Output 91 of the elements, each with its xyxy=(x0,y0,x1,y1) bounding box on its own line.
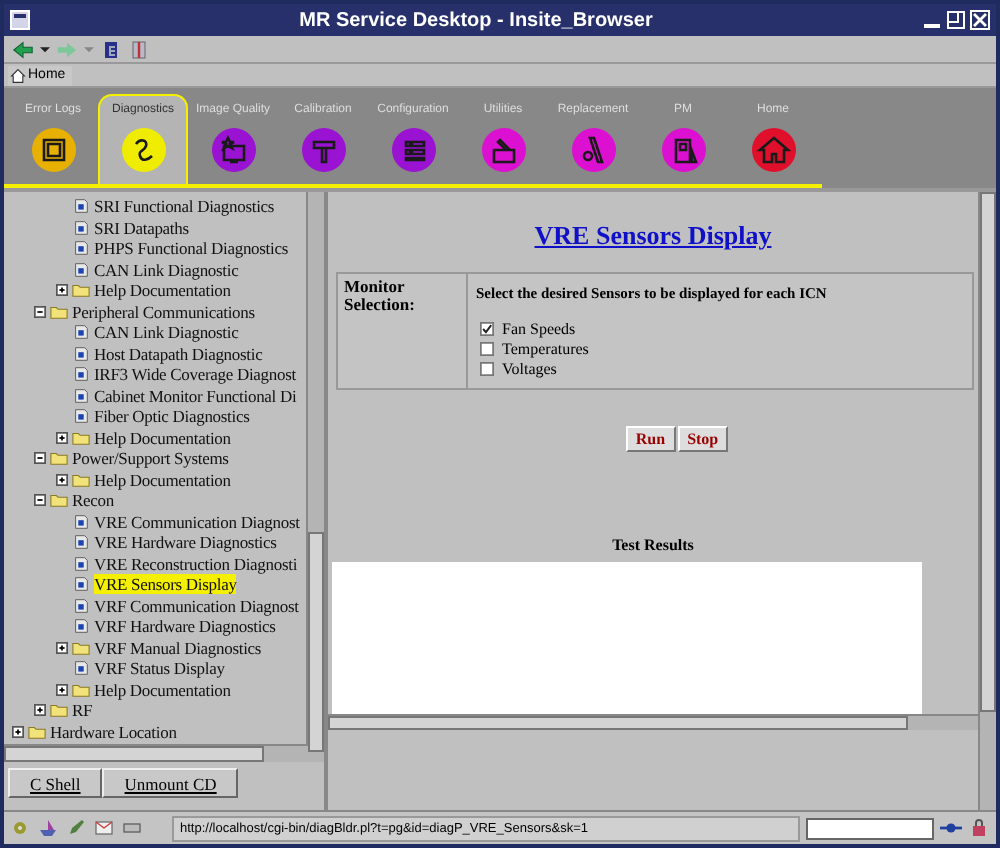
vertical-scrollbar[interactable] xyxy=(978,192,996,810)
tree-item[interactable]: RF xyxy=(72,700,93,721)
tree-item[interactable]: SRI Datapaths xyxy=(94,217,189,238)
tree-item[interactable]: VRF Hardware Diagnostics xyxy=(94,616,276,637)
shell-button[interactable]: C Shell xyxy=(8,768,103,798)
page-icon xyxy=(72,219,90,236)
page-title-link[interactable]: VRE Sensors Display xyxy=(534,220,772,252)
tree-item[interactable]: Help Documentation xyxy=(94,679,231,700)
clipboard-icon xyxy=(659,126,707,174)
tree-item[interactable]: PHPS Functional Diagnostics xyxy=(94,238,289,259)
page-icon xyxy=(72,513,90,530)
tree-item[interactable]: IRF3 Wide Coverage Diagnost xyxy=(94,364,296,385)
action-button[interactable]: Run xyxy=(625,426,676,452)
box-icon xyxy=(479,126,527,174)
expander-icon[interactable] xyxy=(34,494,46,507)
page-icon xyxy=(72,408,90,425)
expander-icon[interactable] xyxy=(56,473,68,486)
horizontal-scrollbar[interactable] xyxy=(4,744,324,762)
page-icon xyxy=(72,576,90,593)
tree-item[interactable]: VRF Communication Diagnost xyxy=(94,595,299,616)
tree-item[interactable]: CAN Link Diagnostic xyxy=(94,322,239,343)
page-icon xyxy=(72,534,90,551)
page-icon xyxy=(72,555,90,572)
caret-icon[interactable] xyxy=(40,44,50,54)
page-icon xyxy=(72,324,90,341)
tree-item[interactable]: VRE Communication Diagnost xyxy=(94,511,300,532)
window-menu-icon[interactable] xyxy=(10,10,30,30)
expander-icon[interactable] xyxy=(34,704,46,717)
hammer-icon xyxy=(299,126,347,174)
envelope-icon[interactable] xyxy=(94,818,114,838)
page-icon xyxy=(72,387,90,404)
expander-icon[interactable] xyxy=(56,641,68,654)
pen-icon[interactable] xyxy=(66,818,86,838)
sensor-label: Voltages xyxy=(502,360,557,378)
sensor-label: Fan Speeds xyxy=(502,320,576,338)
book-icon[interactable] xyxy=(128,39,150,59)
boat-icon[interactable] xyxy=(38,818,58,838)
tree-item[interactable]: Power/Support Systems xyxy=(72,448,229,469)
tree-item[interactable]: Hardware Location xyxy=(50,721,177,742)
expander-icon[interactable] xyxy=(34,452,46,465)
expander-icon[interactable] xyxy=(34,305,46,318)
folder-icon xyxy=(72,639,90,656)
close-icon[interactable] xyxy=(970,10,990,30)
action-button[interactable]: Stop xyxy=(677,426,729,452)
tree-item[interactable]: VRE Hardware Diagnostics xyxy=(94,532,277,553)
monitor-icon xyxy=(209,126,257,174)
house-icon xyxy=(10,67,26,83)
tree-item[interactable]: VRE Reconstruction Diagnosti xyxy=(94,553,298,574)
expander-icon[interactable] xyxy=(56,431,68,444)
network-icon[interactable] xyxy=(940,818,962,838)
frame-icon xyxy=(29,126,77,174)
tree-item[interactable]: VRF Status Display xyxy=(94,658,225,679)
tree-item[interactable]: CAN Link Diagnostic xyxy=(94,259,239,280)
tree-item[interactable]: SRI Functional Diagnostics xyxy=(94,196,275,217)
monitor-selection-label: Monitor Selection: xyxy=(344,278,417,314)
expander-icon[interactable] xyxy=(12,725,24,738)
tree-item[interactable]: Cabinet Monitor Functional Di xyxy=(94,385,297,406)
page-icon xyxy=(72,345,90,362)
tree-item[interactable]: Recon xyxy=(72,490,114,511)
shell-button[interactable]: Unmount CD xyxy=(102,768,239,798)
back-arrow-icon[interactable] xyxy=(12,39,34,59)
expander-icon[interactable] xyxy=(56,284,68,297)
maximize-icon[interactable] xyxy=(946,10,966,30)
status-field[interactable] xyxy=(806,817,934,839)
tree-item[interactable]: Host Datapath Diagnostic xyxy=(94,343,263,364)
list-icon xyxy=(389,126,437,174)
page-icon xyxy=(72,261,90,278)
page-icon xyxy=(72,366,90,383)
squiggle-icon xyxy=(119,126,167,174)
tree-item[interactable]: Help Documentation xyxy=(94,280,231,301)
page-icon xyxy=(72,240,90,257)
checkbox[interactable] xyxy=(480,322,494,336)
tree-item[interactable]: Peripheral Communications xyxy=(72,301,255,322)
page-icon xyxy=(72,597,90,614)
tree-item[interactable]: VRF Manual Diagnostics xyxy=(94,637,262,658)
expander-icon[interactable] xyxy=(56,683,68,696)
lock-icon[interactable] xyxy=(968,818,990,838)
tool-icon xyxy=(569,126,617,174)
page-icon xyxy=(72,618,90,635)
checkbox[interactable] xyxy=(480,342,494,356)
home-icon xyxy=(749,126,797,174)
page-icon xyxy=(72,198,90,215)
results-title: Test Results xyxy=(612,536,694,554)
tree-item[interactable]: Help Documentation xyxy=(94,469,231,490)
sensor-label: Temperatures xyxy=(502,340,589,358)
page-icon xyxy=(72,660,90,677)
tree-item[interactable]: Fiber Optic Diagnostics xyxy=(94,406,250,427)
window-title: MR Service Desktop - Insite_Browser xyxy=(297,9,655,31)
horizontal-scrollbar[interactable] xyxy=(328,714,978,730)
tree-item[interactable]: Help Documentation xyxy=(94,427,231,448)
checkbox[interactable] xyxy=(480,362,494,376)
